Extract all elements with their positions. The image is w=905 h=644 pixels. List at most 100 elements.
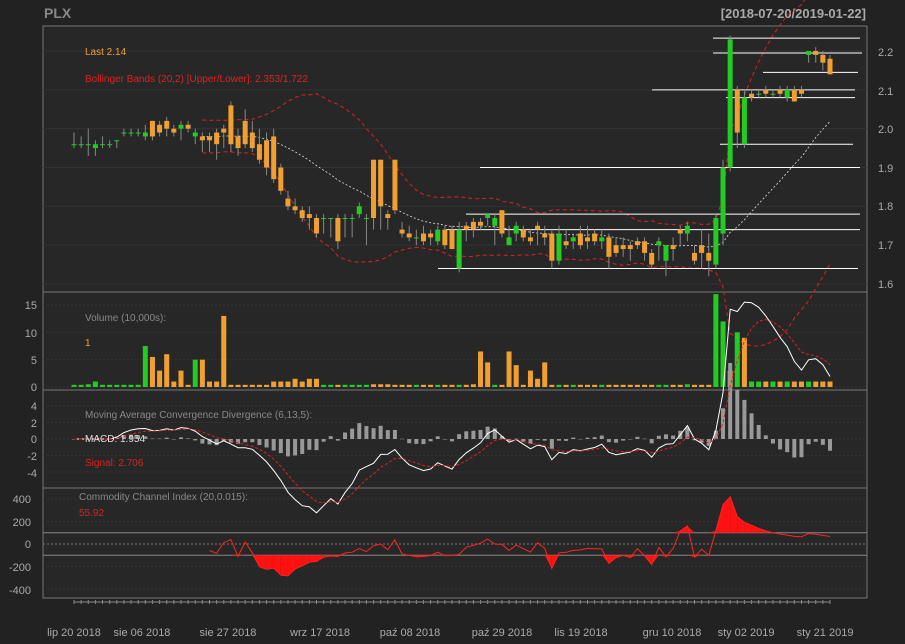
volume-bar xyxy=(292,378,298,387)
candle-body xyxy=(321,217,327,219)
macd-histogram-bar xyxy=(435,436,440,439)
candle-body xyxy=(798,89,804,94)
volume-bar xyxy=(506,351,512,387)
macd-histogram-bar xyxy=(663,434,668,439)
macd-histogram-bar xyxy=(157,438,162,440)
volume-tick: 0 xyxy=(31,382,37,394)
volume-bar xyxy=(691,384,697,387)
candle-body xyxy=(328,217,334,219)
candle-body xyxy=(585,237,591,242)
candle-body xyxy=(756,93,762,95)
macd-histogram-bar xyxy=(285,439,290,457)
candle-body xyxy=(784,89,790,98)
macd-tick: 2 xyxy=(31,418,37,430)
volume-bar xyxy=(684,384,690,387)
candle-body xyxy=(249,132,255,149)
volume-bar xyxy=(620,384,626,387)
candle-body xyxy=(78,144,84,146)
signal-value: Signal: 2.706 xyxy=(85,458,144,469)
candle-body xyxy=(513,225,519,234)
candle-body xyxy=(649,252,655,265)
volume-bar xyxy=(178,370,184,387)
macd-histogram-bar xyxy=(542,439,547,441)
volume-bar xyxy=(663,384,669,387)
candle-body xyxy=(734,89,740,133)
candle-body xyxy=(264,140,270,168)
macd-histogram-bar xyxy=(770,439,775,444)
date-range: [2018-07-20/2019-01-22] xyxy=(721,6,866,21)
candle-body xyxy=(563,241,569,246)
volume-bar xyxy=(107,384,113,387)
candle-body xyxy=(827,58,833,75)
volume-bar xyxy=(527,370,533,387)
volume-bar xyxy=(470,384,476,387)
volume-bar xyxy=(770,381,776,387)
volume-bar xyxy=(763,381,769,387)
macd-histogram-bar xyxy=(428,439,433,442)
macd-histogram-bar xyxy=(578,438,583,440)
volume-bar xyxy=(670,384,676,387)
candle-body xyxy=(271,136,277,180)
macd-title: Moving Average Convergence Divergence (6… xyxy=(85,410,312,421)
volume-bar xyxy=(121,384,127,387)
volume-bar xyxy=(100,384,106,387)
macd-histogram-bar xyxy=(478,429,483,439)
macd-tick: -2 xyxy=(27,451,37,463)
macd-histogram-bar xyxy=(243,439,248,443)
macd-histogram-bar xyxy=(350,428,355,439)
candle-body xyxy=(157,124,163,133)
macd-histogram-bar xyxy=(171,438,176,440)
volume-bar xyxy=(128,384,134,387)
candle-body xyxy=(363,217,369,219)
candle-body xyxy=(670,245,676,250)
candle-body xyxy=(135,132,141,134)
volume-bar xyxy=(363,384,369,387)
macd-histogram-bar xyxy=(186,438,191,439)
cci-tick: 400 xyxy=(13,494,31,506)
volume-bar xyxy=(577,384,583,387)
candle-body xyxy=(100,144,106,146)
macd-histogram-bar xyxy=(335,439,340,441)
candle-body xyxy=(278,167,284,191)
macd-histogram-bar xyxy=(371,428,376,439)
macd-histogram-bar xyxy=(599,435,604,439)
macd-histogram-bar xyxy=(656,435,661,439)
x-tick-label: lis 19 2018 xyxy=(554,627,607,639)
volume-bar xyxy=(392,384,398,387)
candle-body xyxy=(627,245,633,250)
cci-extreme-fill xyxy=(280,555,288,576)
volume-bar xyxy=(563,384,569,387)
x-tick-label: paź 29 2018 xyxy=(472,627,533,639)
volume-bar xyxy=(656,384,662,387)
volume-bar xyxy=(699,384,705,387)
candle-body xyxy=(520,229,526,238)
candle-body xyxy=(399,229,405,234)
volume-bar xyxy=(171,381,177,387)
candle-body xyxy=(485,214,491,218)
volume-bar xyxy=(592,384,598,387)
macd-histogram-bar xyxy=(785,439,790,453)
x-tick-label: paź 08 2018 xyxy=(380,627,441,639)
macd-histogram-bar xyxy=(535,439,540,440)
candle-body xyxy=(128,132,134,134)
macd-histogram-bar xyxy=(150,438,155,440)
volume-bar xyxy=(606,384,612,387)
candle-body xyxy=(285,198,291,207)
volume-title: Volume (10,000s): xyxy=(85,313,166,324)
candle-body xyxy=(542,233,548,238)
candle-body xyxy=(478,221,484,226)
macd-tick: 0 xyxy=(31,434,37,446)
volume-bar xyxy=(734,332,740,387)
candle-body xyxy=(727,39,733,168)
macd-histogram-bar xyxy=(728,362,733,439)
volume-bar xyxy=(791,381,797,387)
macd-histogram-bar xyxy=(799,439,804,458)
price-tick: 1.7 xyxy=(878,240,893,252)
cci-panel xyxy=(42,487,868,599)
volume-bar xyxy=(513,365,519,387)
price-tick: 1.8 xyxy=(878,201,893,213)
macd-histogram-bar xyxy=(250,439,255,443)
volume-tick: 15 xyxy=(25,300,37,312)
cci-extreme-fill xyxy=(266,555,274,570)
volume-bar xyxy=(256,384,262,387)
